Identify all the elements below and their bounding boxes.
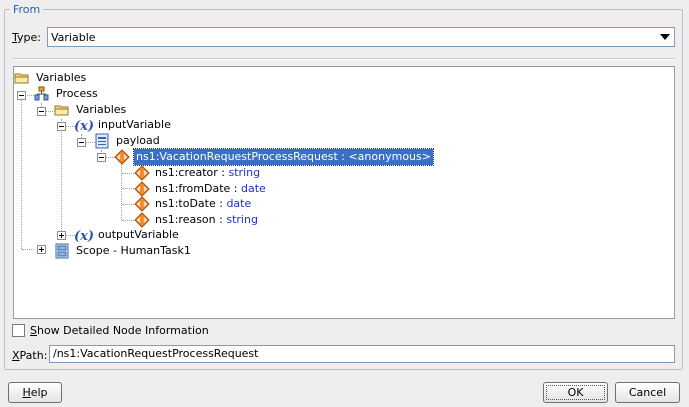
element-icon: [134, 196, 150, 212]
tree-node-output-variable[interactable]: outputVariable: [98, 227, 179, 243]
variable-icon: (x): [74, 117, 96, 133]
tree-node-variables-root[interactable]: Variables: [36, 70, 86, 86]
detailed-info-mnemonic: S: [30, 324, 37, 337]
tree-node-label: ns1:VacationRequestProcessRequest : <ano…: [133, 148, 434, 166]
scope-icon: [54, 243, 70, 259]
svg-text:(x): (x): [74, 229, 94, 243]
separator: [12, 58, 675, 60]
tree-node-label: Variables: [76, 103, 127, 116]
tree-node-variables[interactable]: Variables: [76, 102, 126, 118]
tree-line: [122, 188, 134, 189]
tree-line: [122, 220, 134, 221]
detailed-info-label[interactable]: Show Detailed Node Information: [30, 323, 209, 339]
tree-line: [122, 173, 134, 174]
expand-toggle[interactable]: [57, 231, 66, 240]
field-type: date: [226, 197, 252, 210]
element-icon: [134, 165, 150, 181]
tree-node-field-reason[interactable]: ns1:reason : string: [155, 212, 258, 228]
ok-button[interactable]: OK: [543, 382, 608, 403]
variable-icon: (x): [74, 227, 96, 243]
tree-node-field-todate[interactable]: ns1:toDate : date: [155, 196, 251, 212]
tree-node-label: Scope - HumanTask1: [76, 244, 191, 257]
type-select-value: Variable: [51, 31, 96, 44]
tree-node-field-creator[interactable]: ns1:creator : string: [155, 165, 260, 181]
help-label-rest: elp: [30, 386, 48, 399]
type-select[interactable]: Variable: [47, 27, 675, 47]
tree-node-input-variable[interactable]: inputVariable: [98, 117, 171, 133]
detailed-info-checkbox[interactable]: [12, 324, 25, 337]
tree-node-scope[interactable]: Scope - HumanTask1: [76, 243, 191, 259]
help-button[interactable]: Help: [8, 382, 62, 403]
xpath-label-rest: Path:: [19, 349, 48, 362]
help-mnemonic: H: [22, 386, 31, 399]
tree-line: [122, 204, 134, 205]
collapse-toggle[interactable]: [77, 138, 86, 147]
field-name: ns1:reason: [155, 213, 216, 226]
field-sep: :: [215, 197, 227, 210]
detailed-info-label-rest: how Detailed Node Information: [36, 324, 209, 337]
cancel-button[interactable]: Cancel: [615, 382, 680, 403]
field-type: string: [226, 213, 258, 226]
element-icon: [114, 149, 130, 165]
collapse-toggle[interactable]: [37, 107, 46, 116]
field-sep: :: [230, 182, 242, 195]
group-legend: From: [10, 3, 44, 16]
tree-node-label: outputVariable: [98, 228, 179, 241]
tree-node-label: inputVariable: [98, 118, 171, 131]
chevron-down-icon[interactable]: [660, 34, 670, 40]
field-sep: :: [217, 166, 229, 179]
tree-node-process[interactable]: Process: [56, 86, 98, 102]
xpath-label-mnemonic: X: [12, 349, 20, 362]
field-name: ns1:toDate: [155, 197, 216, 210]
folder-icon: [14, 70, 30, 86]
element-icon: [134, 212, 150, 228]
variable-tree: Variables Process Variables (x) inputVar…: [14, 67, 674, 318]
expand-toggle[interactable]: [37, 245, 46, 254]
message-part-icon: [94, 133, 110, 149]
tree-node-label: payload: [116, 134, 160, 147]
type-label: Type:: [12, 31, 41, 44]
tree-node-payload[interactable]: payload: [116, 133, 160, 149]
folder-icon: [54, 102, 70, 118]
tree-node-label: Process: [56, 87, 98, 100]
tree-node-request-element[interactable]: ns1:VacationRequestProcessRequest : <ano…: [133, 148, 434, 166]
svg-text:(x): (x): [74, 119, 94, 133]
collapse-toggle[interactable]: [57, 122, 66, 131]
field-type: date: [241, 182, 266, 195]
tree-node-field-fromdate[interactable]: ns1:fromDate : date: [155, 181, 266, 197]
type-label-rest: ype:: [17, 31, 41, 44]
collapse-toggle[interactable]: [97, 153, 106, 162]
process-icon: [34, 86, 50, 102]
field-name: ns1:creator: [155, 166, 218, 179]
tree-line: [21, 91, 22, 249]
collapse-toggle[interactable]: [17, 91, 26, 100]
tree-line: [22, 249, 34, 250]
tree-line: [61, 119, 62, 235]
tree-node-label: Variables: [36, 71, 87, 84]
field-sep: :: [215, 213, 227, 226]
xpath-input[interactable]: /ns1:VacationRequestProcessRequest: [49, 345, 675, 363]
field-name: ns1:fromDate: [155, 182, 231, 195]
xpath-label: XPath:: [12, 349, 47, 362]
element-icon: [134, 181, 150, 197]
variable-tree-panel[interactable]: Variables Process Variables (x) inputVar…: [13, 66, 675, 319]
field-type: string: [228, 166, 261, 179]
